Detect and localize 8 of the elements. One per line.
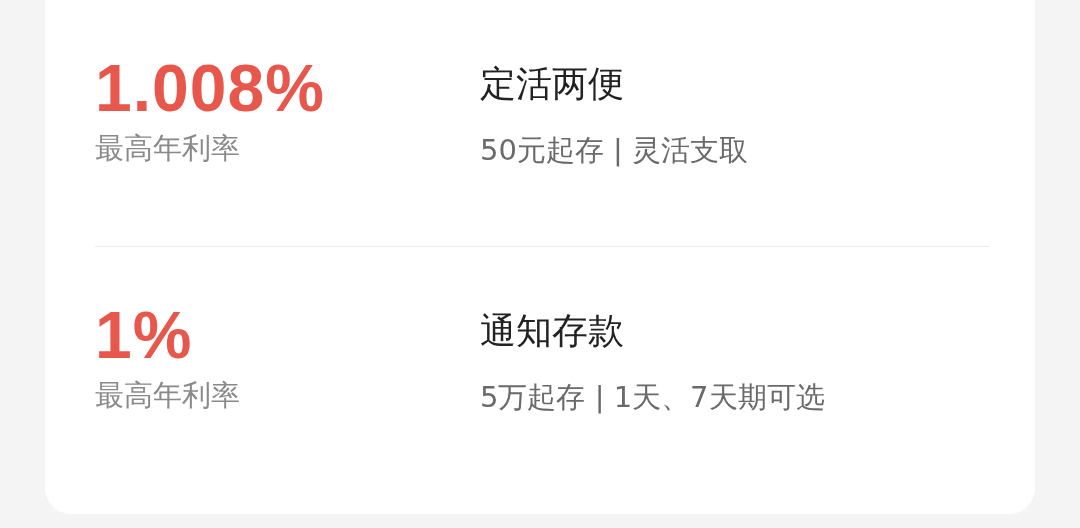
product-name: 通知存款 [480,309,625,353]
product-details: 50元起存 | 灵活支取 [480,132,749,169]
rate-label: 最高年利率 [95,377,241,414]
rate-label: 最高年利率 [95,130,241,167]
product-name: 定活两便 [480,62,625,106]
interest-rate: 1% [95,297,194,373]
product-details: 5万起存 | 1天、7天期可选 [480,379,825,416]
interest-rate: 1.008% [95,50,326,126]
